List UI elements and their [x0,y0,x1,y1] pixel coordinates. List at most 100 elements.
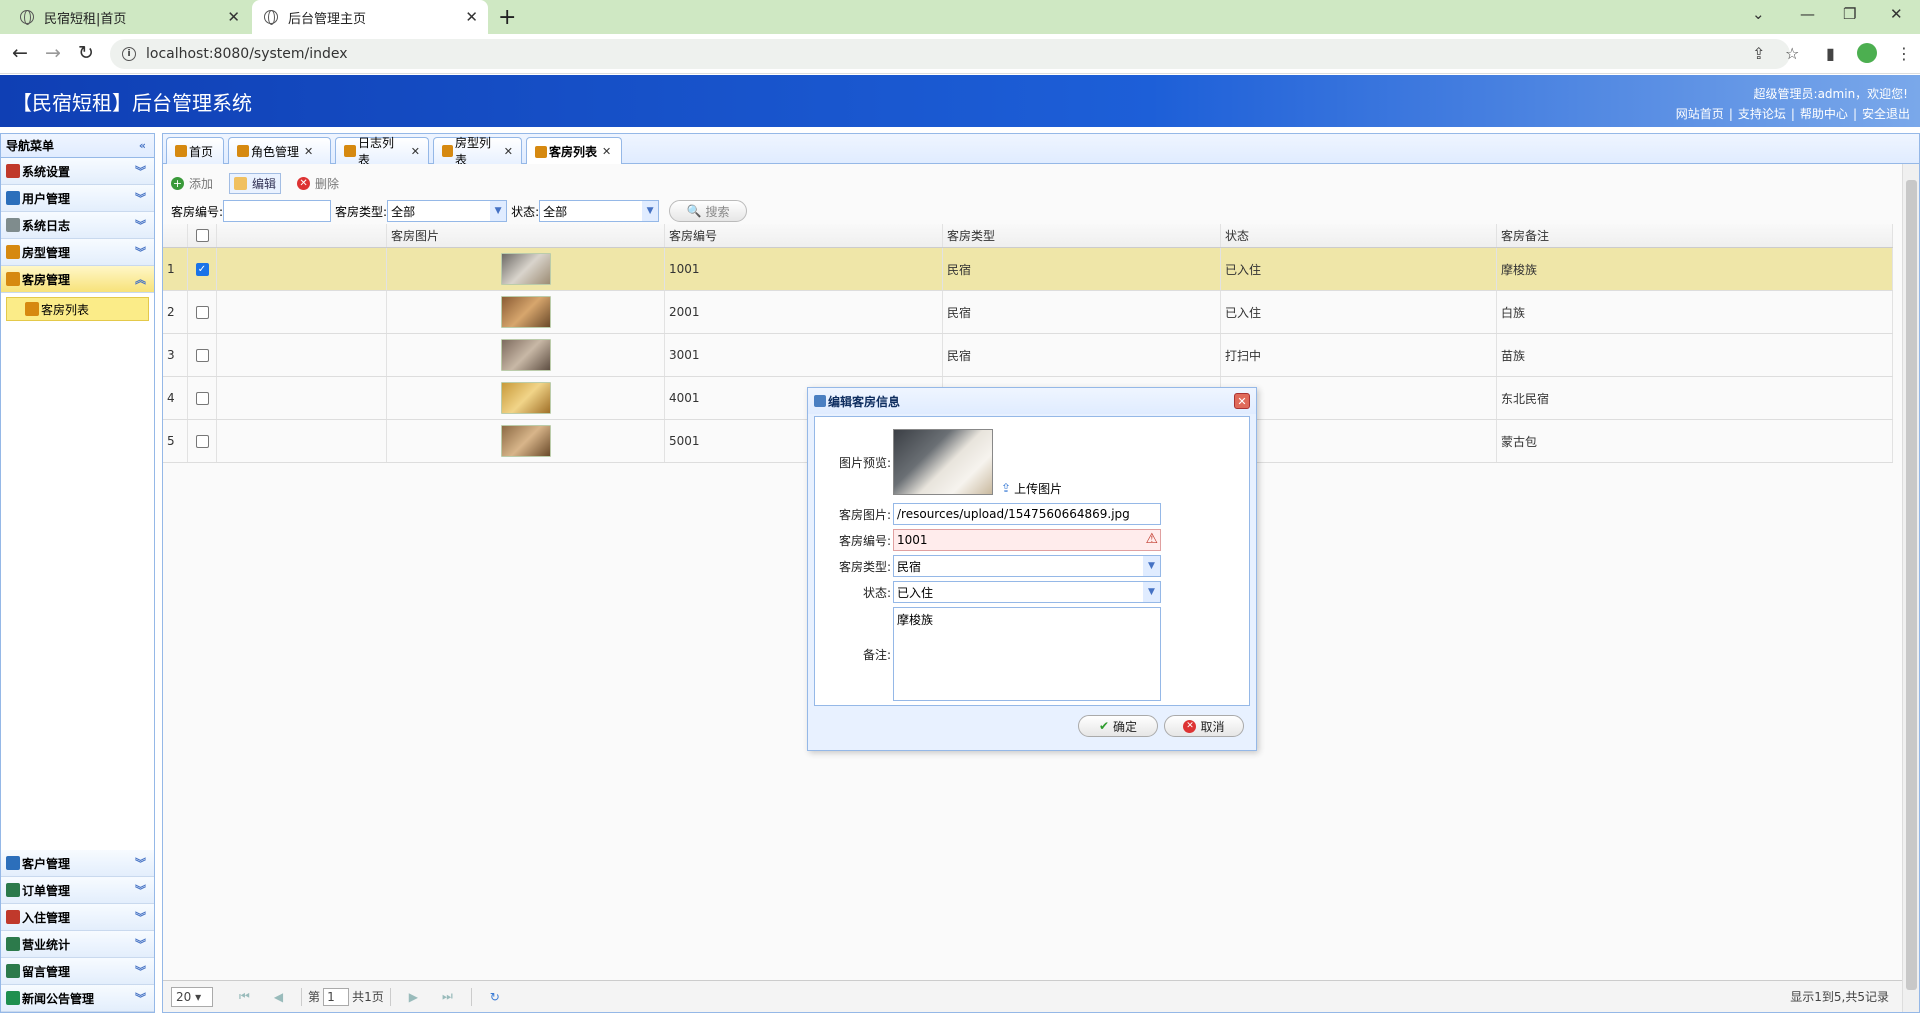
delete-button[interactable]: ✕ 删除 [297,175,339,192]
sidebar-item[interactable]: 留言管理 ︾ [1,958,154,985]
header-type[interactable]: 客房类型 [947,227,995,244]
minimize-button[interactable]: — [1800,5,1815,23]
chevron-down-icon[interactable]: ︾ [135,882,146,898]
row-checkbox[interactable] [195,434,209,448]
close-tab-icon[interactable]: ✕ [227,8,240,26]
header-sn[interactable]: 客房编号 [669,227,717,244]
room-sn: 1001 [669,262,700,276]
side-panel-icon[interactable]: ▮ [1826,44,1835,63]
tab-3[interactable]: 房型列表 ✕ [433,136,522,167]
address-bar-row: ← → ↻ i localhost:8080/system/index ⇪ ☆ … [0,34,1920,74]
new-tab-button[interactable]: + [498,5,516,30]
close-tab-icon[interactable]: ✕ [411,145,420,158]
tab-search-icon[interactable]: ⌄ [1752,5,1765,23]
photo-path-input[interactable]: /resources/upload/1547560664869.jpg [893,503,1161,525]
header-status[interactable]: 状态 [1225,227,1249,244]
filter-type-select[interactable]: 全部 ▼ [387,200,508,222]
forward-arrow-icon[interactable]: → [45,42,61,64]
profile-avatar[interactable] [1857,43,1877,63]
filter-status-select[interactable]: 全部 ▼ [539,200,660,222]
scrollbar-thumb[interactable] [1906,180,1917,990]
row-checkbox[interactable]: ✓ [195,262,209,276]
sidebar-subitem-room-list[interactable]: 客房列表 [6,297,149,321]
room-type-select[interactable]: 民宿 ▼ [893,555,1161,577]
url-field[interactable]: i localhost:8080/system/index [110,39,1790,69]
dialog-close-button[interactable]: ✕ [1234,393,1250,409]
row-checkbox[interactable] [195,348,209,362]
table-row[interactable]: 3 3001 民宿 打扫中 苗族 [163,334,1893,377]
chevron-down-icon[interactable]: ︾ [135,190,146,206]
chevron-down-icon[interactable]: ︾ [135,936,146,952]
chevron-up-icon[interactable]: ︽ [135,271,146,287]
link-forum[interactable]: 支持论坛 [1738,107,1786,121]
table-row[interactable]: 1 ✓ 1001 民宿 已入住 摩梭族 [163,248,1893,291]
select-all-checkbox[interactable] [195,229,209,242]
header-remark[interactable]: 客房备注 [1501,227,1549,244]
sn-input[interactable]: 1001 ⚠ [893,529,1161,551]
status-label: 状态: [862,585,891,600]
chevron-down-icon[interactable]: ︾ [135,244,146,260]
edit-button[interactable]: 编辑 [229,172,282,194]
search-button[interactable]: 🔍 搜索 [669,200,748,222]
reload-icon[interactable]: ↻ [78,42,94,64]
cancel-button[interactable]: ✕ 取消 [1164,715,1244,737]
browser-tab-home[interactable]: 民宿短租|首页 ✕ [8,0,250,34]
chevron-down-icon[interactable]: ︾ [135,163,146,179]
close-tab-icon[interactable]: ✕ [465,8,478,26]
table-row[interactable]: 2 2001 民宿 已入住 白族 [163,291,1893,334]
sidebar-item[interactable]: 新闻公告管理 ︾ [1,985,154,1012]
tab-4[interactable]: 客房列表 ✕ [526,137,622,165]
link-logout[interactable]: 安全退出 [1862,107,1910,121]
sidebar-item[interactable]: 客房管理 ︽ [1,266,154,293]
link-site-home[interactable]: 网站首页 [1676,107,1724,121]
tab-0[interactable]: 首页 [166,137,224,164]
close-tab-icon[interactable]: ✕ [504,145,513,158]
status-select[interactable]: 已入住 ▼ [893,581,1161,603]
sidebar-item[interactable]: 用户管理 ︾ [1,185,154,212]
share-icon[interactable]: ⇪ [1752,44,1765,63]
page-number-input[interactable]: 1 [323,987,350,1006]
upload-photo-link[interactable]: ⇪ 上传图片 [1001,480,1062,497]
chevron-down-icon[interactable]: ︾ [135,217,146,233]
chevron-down-icon[interactable]: ︾ [135,990,146,1006]
close-tab-icon[interactable]: ✕ [602,145,611,158]
close-window-button[interactable]: ✕ [1890,5,1903,23]
status-cell: 已入住 [1221,291,1497,333]
row-checkbox[interactable] [195,391,209,405]
browser-menu-icon[interactable]: ⋮ [1896,44,1912,63]
sidebar-item[interactable]: 系统设置 ︾ [1,158,154,185]
sidebar-item[interactable]: 客户管理 ︾ [1,850,154,877]
remark-textarea[interactable]: 摩梭族 [893,607,1161,701]
bookmark-star-icon[interactable]: ☆ [1785,44,1799,63]
link-help[interactable]: 帮助中心 [1800,107,1848,121]
ok-button[interactable]: ✔ 确定 [1078,715,1158,737]
header-cell: 客房编号 [665,224,943,247]
next-page-icon[interactable]: ▶ [409,990,418,1004]
tab-1[interactable]: 角色管理 ✕ [228,137,331,164]
chevron-down-icon[interactable]: ︾ [135,855,146,871]
tab-2[interactable]: 日志列表 ✕ [335,136,429,167]
close-tab-icon[interactable]: ✕ [304,145,313,158]
chevron-down-icon[interactable]: ︾ [135,963,146,979]
sidebar-item[interactable]: 系统日志 ︾ [1,212,154,239]
collapse-sidebar-icon[interactable]: « [139,139,146,152]
sidebar-item[interactable]: 营业统计 ︾ [1,931,154,958]
vertical-scrollbar[interactable] [1902,164,1919,1012]
filter-sn-input[interactable] [223,200,332,222]
chevron-down-icon[interactable]: ︾ [135,909,146,925]
site-info-icon[interactable]: i [122,47,136,61]
refresh-icon[interactable]: ↻ [490,990,500,1004]
back-arrow-icon[interactable]: ← [12,42,28,64]
restore-button[interactable]: ❐ [1843,5,1856,23]
row-checkbox[interactable] [195,305,209,319]
prev-page-icon[interactable]: ◀ [274,990,283,1004]
browser-tab-admin[interactable]: 后台管理主页 ✕ [252,0,488,34]
first-page-icon[interactable]: ⏮ [239,989,250,1004]
sidebar-item[interactable]: 房型管理 ︾ [1,239,154,266]
sidebar-item[interactable]: 入住管理 ︾ [1,904,154,931]
page-size-select[interactable]: 20 ▾ [171,986,213,1007]
sidebar-item[interactable]: 订单管理 ︾ [1,877,154,904]
last-page-icon[interactable]: ⏭ [442,989,453,1004]
add-button[interactable]: + 添加 [171,175,213,192]
header-photo[interactable]: 客房图片 [391,227,439,244]
